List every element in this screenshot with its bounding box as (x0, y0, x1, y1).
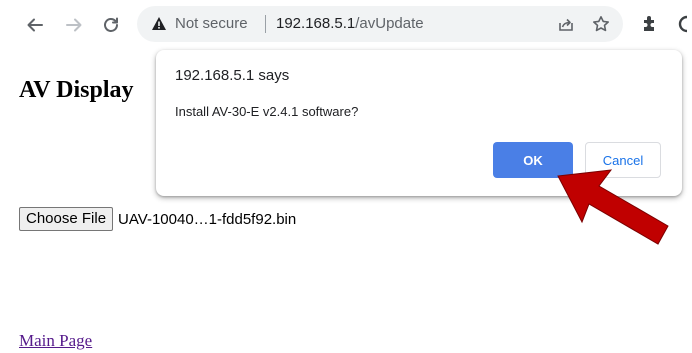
profile-icon[interactable] (677, 14, 692, 39)
url-host: 192.168.5.1 (276, 15, 356, 32)
alert-dialog: 192.168.5.1 says Install AV-30-E v2.4.1 … (156, 50, 682, 196)
cancel-button[interactable]: Cancel (585, 142, 661, 178)
choose-file-button[interactable]: Choose File (19, 207, 114, 231)
reload-icon[interactable] (98, 12, 124, 38)
back-arrow-icon[interactable] (22, 12, 48, 38)
security-status-label[interactable]: Not secure (175, 15, 248, 33)
ok-button[interactable]: OK (493, 142, 573, 178)
address-bar[interactable]: Not secure 192.168.5.1/avUpdate (137, 6, 623, 42)
file-upload-row: Choose File UAV-10040…1-fdd5f92.bin (19, 207, 296, 231)
forward-arrow-icon[interactable] (61, 12, 87, 38)
selected-file-name: UAV-10040…1-fdd5f92.bin (118, 210, 297, 228)
main-page-link[interactable]: Main Page (19, 331, 92, 351)
url-path: /avUpdate (355, 15, 424, 32)
url-text[interactable]: 192.168.5.1/avUpdate (276, 15, 424, 33)
browser-toolbar: Not secure 192.168.5.1/avUpdate (0, 0, 692, 52)
share-icon[interactable] (557, 15, 575, 38)
extensions-icon[interactable] (640, 14, 660, 39)
dialog-message: Install AV-30-E v2.4.1 software? (175, 104, 359, 119)
dialog-origin: 192.168.5.1 says (175, 67, 290, 84)
bookmark-star-icon[interactable] (592, 15, 610, 38)
page-title: AV Display (19, 77, 134, 103)
address-separator (265, 15, 266, 33)
warning-icon[interactable] (151, 16, 167, 36)
